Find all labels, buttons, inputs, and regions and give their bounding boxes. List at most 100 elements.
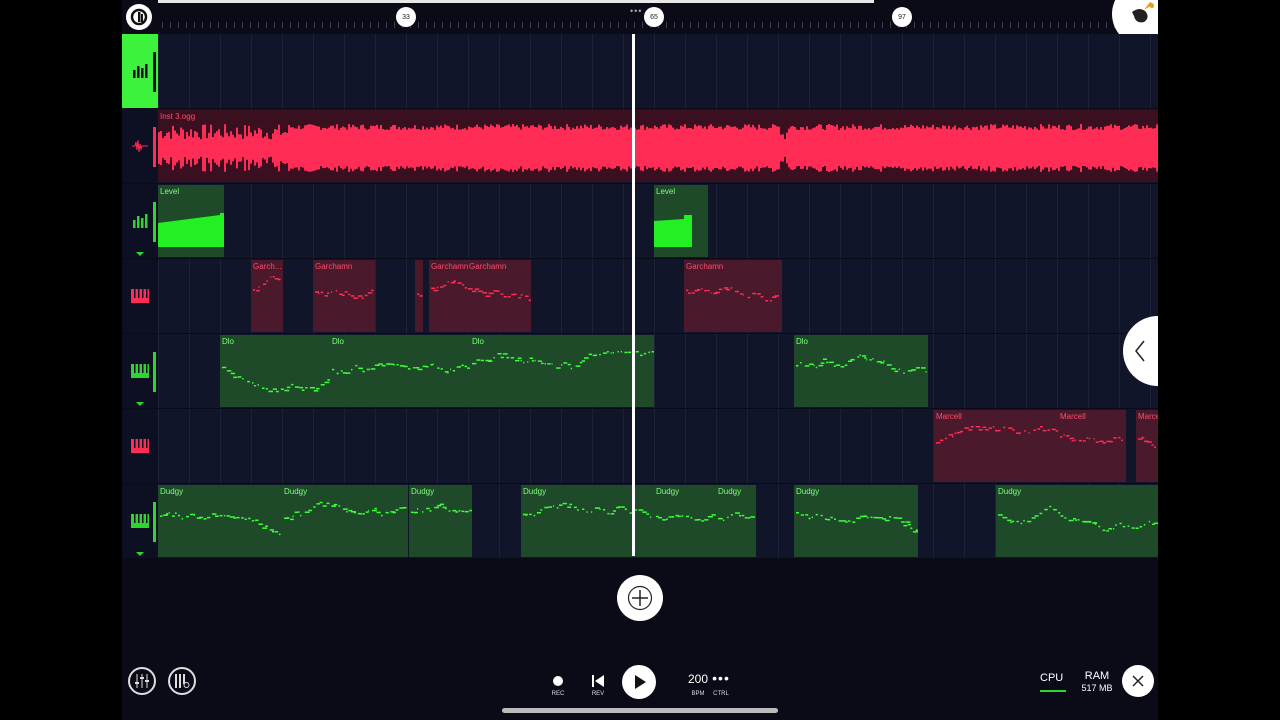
pattern-clip[interactable]: Dlo [330,335,470,407]
pattern-clip[interactable]: Garchamn [684,260,782,332]
note [365,511,369,513]
pattern-clip[interactable]: Dudgy [996,485,1158,557]
track-6-marcell[interactable]: Marcell Marcell Marce [122,409,1158,484]
note [469,509,472,512]
mixer-button[interactable] [128,667,156,695]
timeline-ruler[interactable]: 33 ••• 65 97 [122,0,1158,46]
note [992,426,995,428]
home-indicator[interactable] [502,708,778,713]
ruler-handle[interactable]: ••• [630,6,642,16]
pattern-clip[interactable]: Dlo [470,335,654,407]
audio-clip[interactable]: Inst 3.ogg [158,110,1158,182]
pattern-clip[interactable]: Dudgy [158,485,282,557]
pattern-clip[interactable]: Garchamn [313,260,375,332]
note [230,372,235,375]
pattern-clip[interactable]: Marce [1136,410,1158,482]
ruler-tick [754,22,755,28]
pattern-clip[interactable]: Dlo [794,335,928,407]
track-7-dudgy[interactable]: Dudgy Dudgy Dudgy Dudgy Dudgy Dudgy Dudg… [122,484,1158,559]
pattern-clip[interactable]: Dlo [220,335,330,407]
bar-marker-33[interactable]: 33 [396,7,416,27]
note [811,516,813,518]
waveform-sample [910,124,912,172]
expand-arrow-icon[interactable] [136,552,144,556]
waveform-sample [798,129,800,167]
waveform-sample [856,129,858,167]
ruler-tick [250,22,251,28]
waveform-sample [624,126,626,170]
waveform-sample [652,128,654,168]
record-button[interactable]: REC [538,662,578,702]
waveform-sample [1020,126,1022,170]
note [547,363,551,365]
bar-marker-97[interactable]: 97 [892,7,912,27]
ctrl-button[interactable]: ••• CTRL [701,662,741,702]
waveform-sample [996,128,998,168]
waveform-sample [1052,125,1054,171]
playhead[interactable] [632,34,635,556]
waveform-sample [216,131,218,165]
rewind-button[interactable]: REV [578,662,618,702]
waveform-sample [1078,128,1080,168]
note [551,363,553,365]
note [610,513,615,515]
waveform-sample [586,126,588,170]
track-5-dlo[interactable]: Dlo Dlo Dlo Dlo [122,334,1158,409]
waveform-sample [868,128,870,168]
track-2-audio[interactable]: Inst 3.ogg [122,109,1158,184]
track-4-header[interactable] [122,259,158,333]
note [324,381,330,384]
waveform-sample [1100,127,1102,169]
fl-logo-icon[interactable] [126,4,152,30]
note [304,511,310,513]
track-4-garchamn[interactable]: Garch... Garchamn Garchamn Garchamn Garch… [122,259,1158,334]
bar-marker-65[interactable]: 65 [644,7,664,27]
track-3-level[interactable]: Level Level [122,184,1158,259]
note [541,362,544,365]
track-7-header[interactable] [122,484,158,558]
note [332,368,335,371]
track-2-header[interactable] [122,109,158,183]
track-1[interactable] [122,34,1158,109]
track-5-header[interactable] [122,334,158,408]
loop-range-bar[interactable] [158,0,874,3]
waveform-sample [770,127,772,169]
close-button[interactable] [1122,665,1154,697]
note [362,513,365,515]
pattern-clip[interactable]: Garch... [251,260,283,332]
pattern-clip[interactable]: Dudgy [409,485,472,557]
note [838,520,843,522]
note [1077,519,1080,521]
ruler-tick [810,22,811,28]
pattern-clip[interactable]: Garchamn Garchamn [429,260,531,332]
play-button[interactable] [622,665,656,699]
level-clip[interactable]: Level [158,185,224,257]
clip-name: Garchamn [315,262,353,271]
mixer-settings-button[interactable] [168,667,196,695]
waveform-sample [332,125,334,171]
pattern-clip[interactable]: Dudgy [282,485,408,557]
pattern-clip[interactable]: Dudgy [716,485,756,557]
note [1078,439,1083,442]
waveform-sample [946,128,948,168]
track-1-header[interactable] [122,34,158,108]
pattern-clip[interactable]: Marcell [934,410,1058,482]
tempo-control[interactable]: 200 BPM [662,662,708,702]
add-track-button[interactable] [617,575,663,621]
note [517,357,522,359]
level-clip[interactable]: Level [654,185,708,257]
expand-arrow-icon[interactable] [136,252,144,256]
waveform-sample [164,136,166,160]
note [666,518,668,520]
note [358,367,363,370]
expand-arrow-icon[interactable] [136,402,144,406]
pattern-clip[interactable]: Dudgy [794,485,918,557]
track-6-header[interactable] [122,409,158,483]
pattern-clip[interactable] [415,260,423,332]
track-3-header[interactable] [122,184,158,258]
note [451,281,455,284]
pattern-clip[interactable]: Dudgy [654,485,716,557]
waveform-sample [688,127,690,169]
note [448,510,451,512]
pattern-clip[interactable]: Marcell [1058,410,1126,482]
